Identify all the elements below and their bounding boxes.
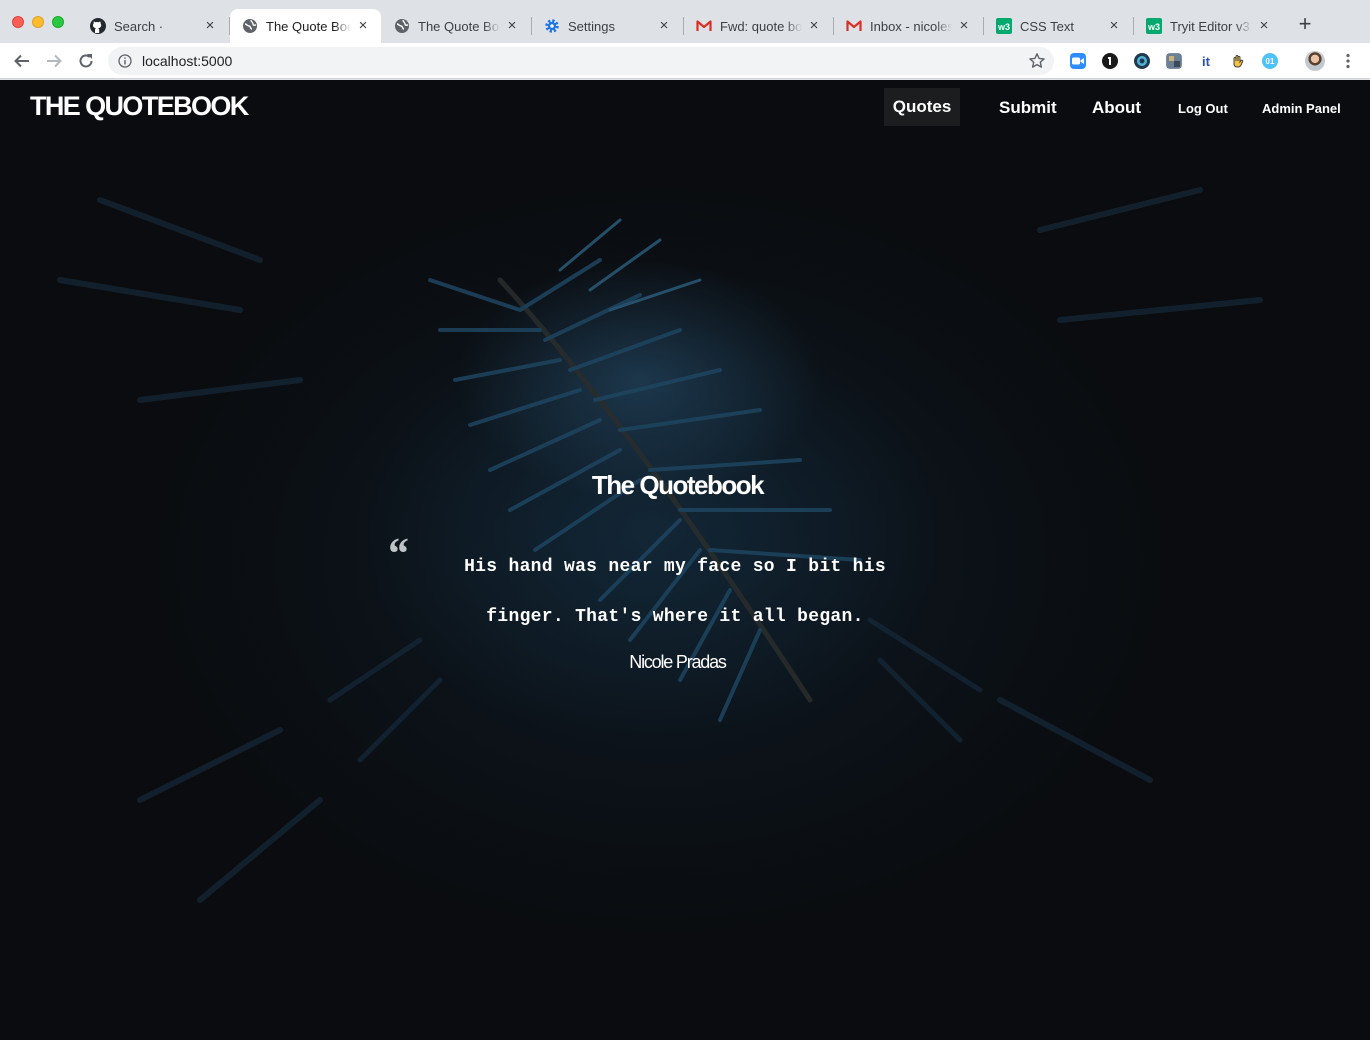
tab-title: Tryit Editor v3.6	[1170, 18, 1252, 34]
minimize-window-button[interactable]	[32, 16, 44, 28]
forward-button[interactable]	[42, 49, 66, 73]
gmail-icon	[846, 18, 862, 34]
onepassword-icon[interactable]	[1102, 53, 1118, 69]
tab-title: Fwd: quote book	[720, 18, 802, 34]
nav-admin-panel-link[interactable]: Admin Panel	[1262, 101, 1341, 116]
nav-submit-link[interactable]: Submit	[999, 98, 1057, 118]
tab-strip: Search · × The Quote Book × The Quote Bo…	[0, 0, 1370, 43]
star-icon[interactable]	[1028, 52, 1046, 70]
tab-title: Inbox - nicoles	[870, 18, 952, 34]
maximize-window-button[interactable]	[52, 16, 64, 28]
reload-button[interactable]	[74, 49, 98, 73]
extension-01-icon[interactable]: 01	[1262, 53, 1278, 69]
gmail-icon	[696, 18, 712, 34]
tab-github-search[interactable]: Search · ×	[78, 9, 228, 43]
close-window-button[interactable]	[12, 16, 24, 28]
tab-tryit-editor[interactable]: w3 Tryit Editor v3.6 ×	[1134, 9, 1282, 43]
zoom-icon[interactable]	[1070, 53, 1086, 69]
info-icon[interactable]	[118, 54, 132, 68]
close-icon[interactable]: ×	[202, 18, 218, 34]
close-icon[interactable]: ×	[1256, 18, 1272, 34]
close-icon[interactable]: ×	[806, 18, 822, 34]
svg-text:w3: w3	[997, 22, 1010, 32]
it-icon[interactable]: it	[1198, 53, 1214, 69]
tab-the-quote-book-active[interactable]: The Quote Book ×	[230, 9, 381, 43]
svg-text:w3: w3	[1147, 22, 1160, 32]
tab-fwd-quote-book[interactable]: Fwd: quote book ×	[684, 9, 832, 43]
quote-mark-icon: “	[386, 529, 408, 578]
quote-text: His hand was near my face so I bit his f…	[464, 557, 886, 627]
menu-icon[interactable]	[1338, 51, 1358, 71]
tab-inbox[interactable]: Inbox - nicoles ×	[834, 9, 982, 43]
w3schools-icon: w3	[1146, 18, 1162, 34]
tab-css-text[interactable]: w3 CSS Text ×	[984, 9, 1132, 43]
w3schools-icon: w3	[996, 18, 1012, 34]
gear-icon	[544, 18, 560, 34]
hand-icon[interactable]	[1230, 53, 1246, 69]
tab-settings[interactable]: Settings ×	[532, 9, 682, 43]
new-tab-button[interactable]: +	[1294, 13, 1316, 35]
tab-title: The Quote Book	[418, 18, 500, 34]
tab-title: Search ·	[114, 18, 164, 34]
arrow-left-icon	[14, 54, 29, 68]
url-text: localhost:5000	[142, 53, 233, 69]
arrow-right-icon	[47, 54, 62, 68]
globe-icon	[394, 18, 410, 34]
tab-title: CSS Text	[1020, 18, 1074, 34]
browser-toolbar: localhost:5000 it 01	[0, 43, 1370, 79]
globe-icon	[242, 18, 258, 34]
close-icon[interactable]: ×	[656, 18, 672, 34]
page-viewport: THE QUOTEBOOK Quotes Submit About Log Ou…	[0, 80, 1370, 1040]
nav-about-link[interactable]: About	[1092, 98, 1141, 118]
address-bar[interactable]: localhost:5000	[108, 47, 1054, 75]
site-brand-logo[interactable]: THE QUOTEBOOK	[30, 91, 249, 122]
nav-logout-link[interactable]: Log Out	[1178, 101, 1228, 116]
tab-title: Settings	[568, 18, 615, 34]
tab-the-quote-book[interactable]: The Quote Book ×	[382, 9, 530, 43]
close-icon[interactable]: ×	[1106, 18, 1122, 34]
extension-circle-icon[interactable]	[1134, 53, 1150, 69]
hero-title: The Quotebook	[591, 470, 765, 500]
extension-image-icon[interactable]	[1166, 53, 1182, 69]
nav-quotes-link[interactable]: Quotes	[884, 88, 960, 126]
close-icon[interactable]: ×	[504, 18, 520, 34]
tab-title: The Quote Book	[266, 18, 351, 34]
close-icon[interactable]: ×	[956, 18, 972, 34]
back-button[interactable]	[10, 49, 34, 73]
quote-author: Nicole Pradas	[629, 652, 727, 672]
github-icon	[90, 18, 106, 34]
profile-avatar[interactable]	[1305, 51, 1325, 71]
close-icon[interactable]: ×	[355, 18, 371, 34]
site-navbar: THE QUOTEBOOK Quotes Submit About Log Ou…	[0, 80, 1370, 140]
reload-icon	[79, 54, 93, 68]
